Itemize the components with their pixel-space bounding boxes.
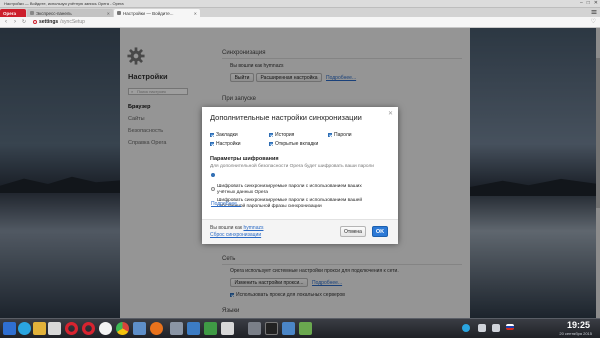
minimize-icon[interactable]: –: [580, 0, 583, 6]
checkbox-open-tabs[interactable]: [269, 142, 273, 146]
settings-app-icon[interactable]: [133, 322, 146, 335]
tab-speed-dial[interactable]: Экспресс-панель ✕: [27, 9, 113, 17]
reload-icon[interactable]: ↻: [21, 19, 27, 25]
settings-tab-icon: [117, 11, 121, 15]
heart-icon[interactable]: ♡: [591, 18, 596, 25]
firefox-icon[interactable]: [150, 322, 163, 335]
option-settings[interactable]: Настройки: [210, 141, 241, 147]
tab-strip: Opera Экспресс-панель ✕ Настройки — Войд…: [0, 8, 600, 17]
opera-menu-button[interactable]: Opera: [0, 9, 26, 17]
dialog-close-icon[interactable]: ✕: [388, 110, 393, 117]
file-manager-icon[interactable]: [33, 322, 46, 335]
sync-settings-dialog: Дополнительные настройки синхронизации ✕…: [202, 107, 398, 244]
ok-button[interactable]: OK: [372, 226, 388, 237]
opera-icon[interactable]: [65, 322, 78, 335]
address-bar: ‹ › ↻ settings/syncSetup ♡: [0, 17, 600, 28]
app-icon[interactable]: [204, 322, 217, 335]
opera-menu-label: Opera: [3, 10, 17, 16]
encryption-description: Для дополнительной безопасности Opera бу…: [210, 164, 374, 169]
tab-menu-icon[interactable]: [591, 9, 597, 15]
radio-button-selected[interactable]: [211, 173, 215, 177]
tray-skype-icon[interactable]: [462, 324, 470, 332]
option-label: История: [275, 132, 295, 138]
cancel-button[interactable]: Отмена: [340, 226, 366, 237]
tab-settings[interactable]: Настройки — Войдите... ✕: [114, 9, 200, 17]
skype-icon[interactable]: [18, 322, 31, 335]
speed-dial-icon: [30, 11, 34, 15]
radio-button[interactable]: [211, 187, 215, 191]
checkbox-history[interactable]: [269, 133, 273, 137]
url-path: /syncSetup: [60, 19, 85, 25]
option-history[interactable]: История: [269, 132, 294, 138]
opera-badge-icon: [33, 20, 37, 24]
clock-date: 20 сентября 2015: [559, 331, 592, 336]
app-icon[interactable]: [221, 322, 234, 335]
tab-close-icon[interactable]: ✕: [107, 11, 110, 16]
notes-icon[interactable]: [48, 322, 61, 335]
window-titlebar: Настройки — Войдите, используя учётную з…: [0, 0, 600, 8]
encryption-heading: Параметры шифрования: [210, 156, 279, 162]
footer-signed-in: Вы вошли как hymnazs: [210, 225, 263, 231]
maximize-icon[interactable]: □: [587, 0, 590, 6]
close-icon[interactable]: ✕: [594, 0, 598, 6]
chrome-icon[interactable]: [116, 322, 129, 335]
keyboard-layout-icon[interactable]: [506, 324, 514, 330]
dialog-footer: Вы вошли как hymnazs Сброс синхронизации…: [202, 219, 398, 244]
dialog-title: Дополнительные настройки синхронизации: [210, 113, 362, 122]
checkbox-passwords[interactable]: [328, 133, 332, 137]
option-label: Пароли: [334, 132, 352, 138]
back-icon[interactable]: ‹: [3, 19, 9, 25]
app-icon[interactable]: [248, 322, 261, 335]
yandex-browser-icon[interactable]: [99, 322, 112, 335]
forward-icon[interactable]: ›: [12, 19, 18, 25]
url-host: settings: [39, 19, 59, 25]
monitor-icon[interactable]: [299, 322, 312, 335]
option-label: Открытые вкладки: [275, 141, 319, 147]
dialog-more-link[interactable]: Подробнее...: [211, 201, 241, 207]
dialog-more-label: Подробнее...: [211, 201, 242, 207]
start-menu-icon[interactable]: [3, 322, 16, 335]
window-title: Настройки — Войдите, используя учётную з…: [4, 1, 124, 6]
tab-label: Настройки — Войдите...: [123, 10, 174, 16]
tab-close-icon[interactable]: ✕: [194, 11, 197, 16]
checkbox-settings[interactable]: [210, 142, 214, 146]
url-field[interactable]: settings/syncSetup: [33, 19, 85, 25]
option-label: Закладки: [216, 132, 238, 138]
footer-signed-in-label: Вы вошли как: [210, 225, 243, 231]
footer-user-link[interactable]: hymnazs: [243, 225, 263, 231]
explorer-icon[interactable]: [170, 322, 183, 335]
opera-icon[interactable]: [82, 322, 95, 335]
terminal-icon[interactable]: [265, 322, 278, 335]
reset-sync-link[interactable]: Сброс синхронизации: [210, 232, 261, 238]
option-open-tabs[interactable]: Открытые вкладки: [269, 141, 318, 147]
reset-sync-label: Сброс синхронизации: [210, 232, 262, 238]
taskbar: 19:25 20 сентября 2015: [0, 318, 600, 338]
checkbox-bookmarks[interactable]: [210, 133, 214, 137]
app-icon[interactable]: [187, 322, 200, 335]
window-controls: – □ ✕: [580, 0, 598, 6]
tab-label: Экспресс-панель: [36, 10, 72, 16]
clock-time[interactable]: 19:25: [567, 320, 590, 330]
tray-network-icon[interactable]: [478, 324, 486, 332]
tray-volume-icon[interactable]: [492, 324, 500, 332]
option-bookmarks[interactable]: Закладки: [210, 132, 238, 138]
option-label: Настройки: [216, 141, 241, 147]
option-passwords[interactable]: Пароли: [328, 132, 352, 138]
thunderbird-icon[interactable]: [282, 322, 295, 335]
